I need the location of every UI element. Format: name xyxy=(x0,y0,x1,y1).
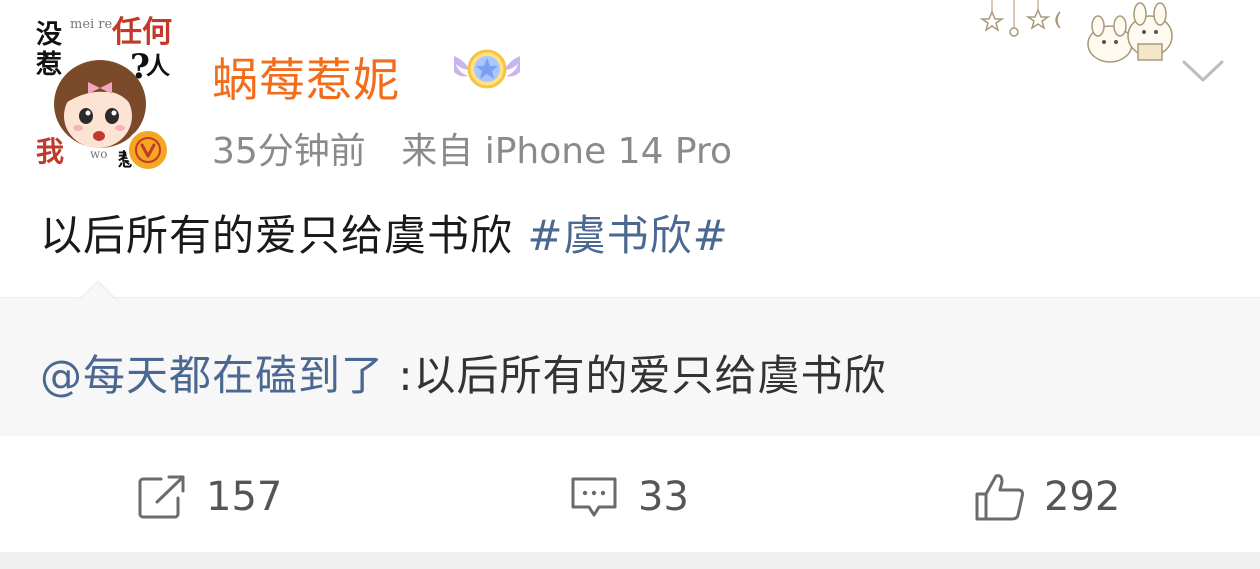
verified-v-icon xyxy=(126,128,170,172)
like-button[interactable]: 292 xyxy=(974,472,1120,522)
post-text: 以后所有的爱只给虞书欣 xyxy=(40,211,514,260)
post-meta: 35分钟前 来自 iPhone 14 Pro xyxy=(212,122,732,174)
post-source: 来自 iPhone 14 Pro xyxy=(401,131,733,172)
mention-link[interactable]: @每天都在磕到了 xyxy=(40,351,384,400)
comment-button[interactable]: 33 xyxy=(568,472,689,522)
avatar-text-renhe: 任何 xyxy=(112,15,172,50)
avatar-text-meire: mei re xyxy=(70,17,113,32)
action-bar: 157 33 292 xyxy=(0,436,1260,556)
like-icon xyxy=(974,472,1026,522)
avatar-text-mei: 没 xyxy=(36,20,63,50)
repost-icon xyxy=(136,472,188,522)
repost-content[interactable]: @每天都在磕到了 :以后所有的爱只给虞书欣 xyxy=(40,342,887,403)
post-header: 没 惹 任何 人 我 mei re wo 惹你 ? 蜗莓惹妮 xyxy=(0,0,1260,190)
comment-count: 33 xyxy=(638,474,689,520)
avatar-text-wo-pinyin: wo xyxy=(90,147,108,161)
author-name[interactable]: 蜗莓惹妮 xyxy=(212,44,400,110)
repost-button[interactable]: 157 xyxy=(136,472,282,522)
repost-notch-inner xyxy=(80,283,116,301)
repost-count: 157 xyxy=(206,474,283,520)
avatar-text-re: 惹 xyxy=(36,50,63,80)
avatar-text-wo: 我 xyxy=(36,135,65,168)
bottom-separator xyxy=(0,552,1260,569)
hashtag-link[interactable]: #虞书欣# xyxy=(527,211,728,260)
post-time: 35分钟前 xyxy=(212,131,366,172)
vip-star-wing-badge[interactable] xyxy=(448,42,526,94)
weibo-post-card: 没 惹 任何 人 我 mei re wo 惹你 ? 蜗莓惹妮 xyxy=(0,0,1260,569)
avatar[interactable]: 没 惹 任何 人 我 mei re wo 惹你 ? xyxy=(28,12,178,172)
repost-text: :以后所有的爱只给虞书欣 xyxy=(398,351,887,400)
like-count: 292 xyxy=(1044,474,1121,520)
post-body: 以后所有的爱只给虞书欣 #虞书欣# xyxy=(40,202,729,263)
decorative-stars-bunny xyxy=(979,0,1173,63)
chevron-down-icon[interactable] xyxy=(1178,52,1228,88)
avatar-text-question: ? xyxy=(130,47,150,87)
comment-icon xyxy=(568,472,620,522)
